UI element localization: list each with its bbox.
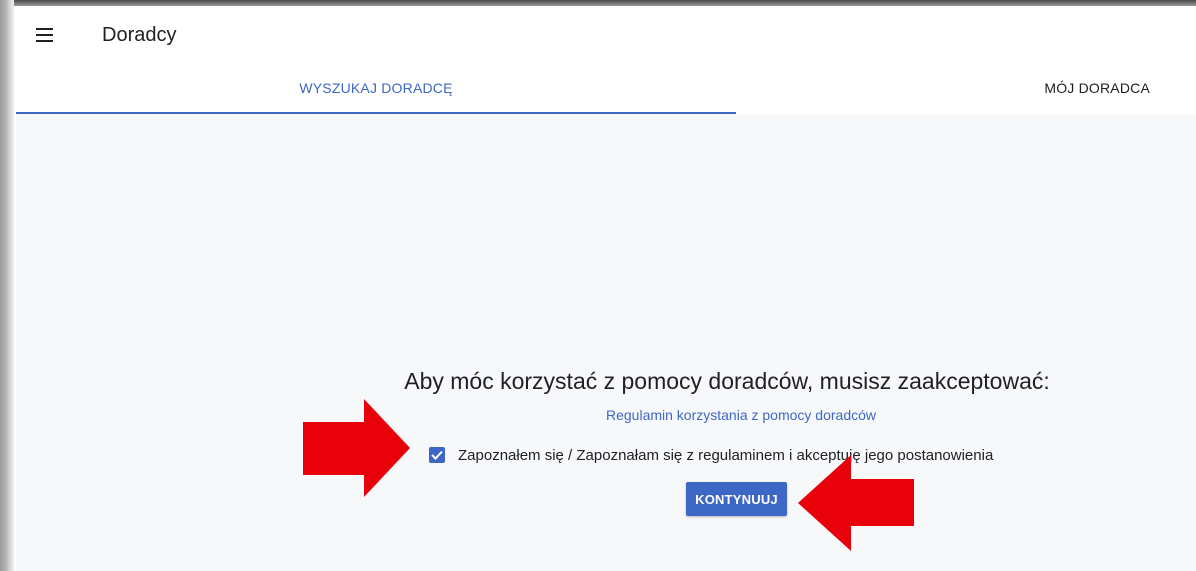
continue-button[interactable]: KONTYNUUJ	[686, 482, 787, 516]
consent-label: Zapoznałem się / Zapoznałam się z regula…	[458, 446, 994, 464]
tab-bar: WYSZUKAJ DORADCĘ MÓJ DORADCA	[16, 62, 1196, 114]
check-icon	[431, 450, 443, 460]
screenshot-frame-left	[0, 0, 14, 571]
app-title: Doradcy	[102, 24, 177, 46]
tab-search-advisor[interactable]: WYSZUKAJ DORADCĘ	[16, 62, 736, 114]
terms-link[interactable]: Regulamin korzystania z pomocy doradców	[16, 407, 1196, 423]
menu-icon[interactable]	[34, 26, 56, 44]
main-content: Aby móc korzystać z pomocy doradców, mus…	[16, 114, 1196, 571]
tab-my-advisor[interactable]: MÓJ DORADCA	[736, 62, 1196, 114]
consent-checkbox[interactable]	[429, 447, 445, 463]
top-app-bar: Doradcy	[16, 6, 1196, 62]
consent-row: Zapoznałem się / Zapoznałam się z regula…	[429, 443, 993, 467]
terms-heading: Aby móc korzystać z pomocy doradców, mus…	[404, 368, 1050, 394]
tab-my-advisor-label: MÓJ DORADCA	[1044, 80, 1150, 96]
tab-search-advisor-label: WYSZUKAJ DORADCĘ	[299, 80, 453, 96]
app-window: Doradcy WYSZUKAJ DORADCĘ MÓJ DORADCA Aby…	[16, 6, 1196, 571]
